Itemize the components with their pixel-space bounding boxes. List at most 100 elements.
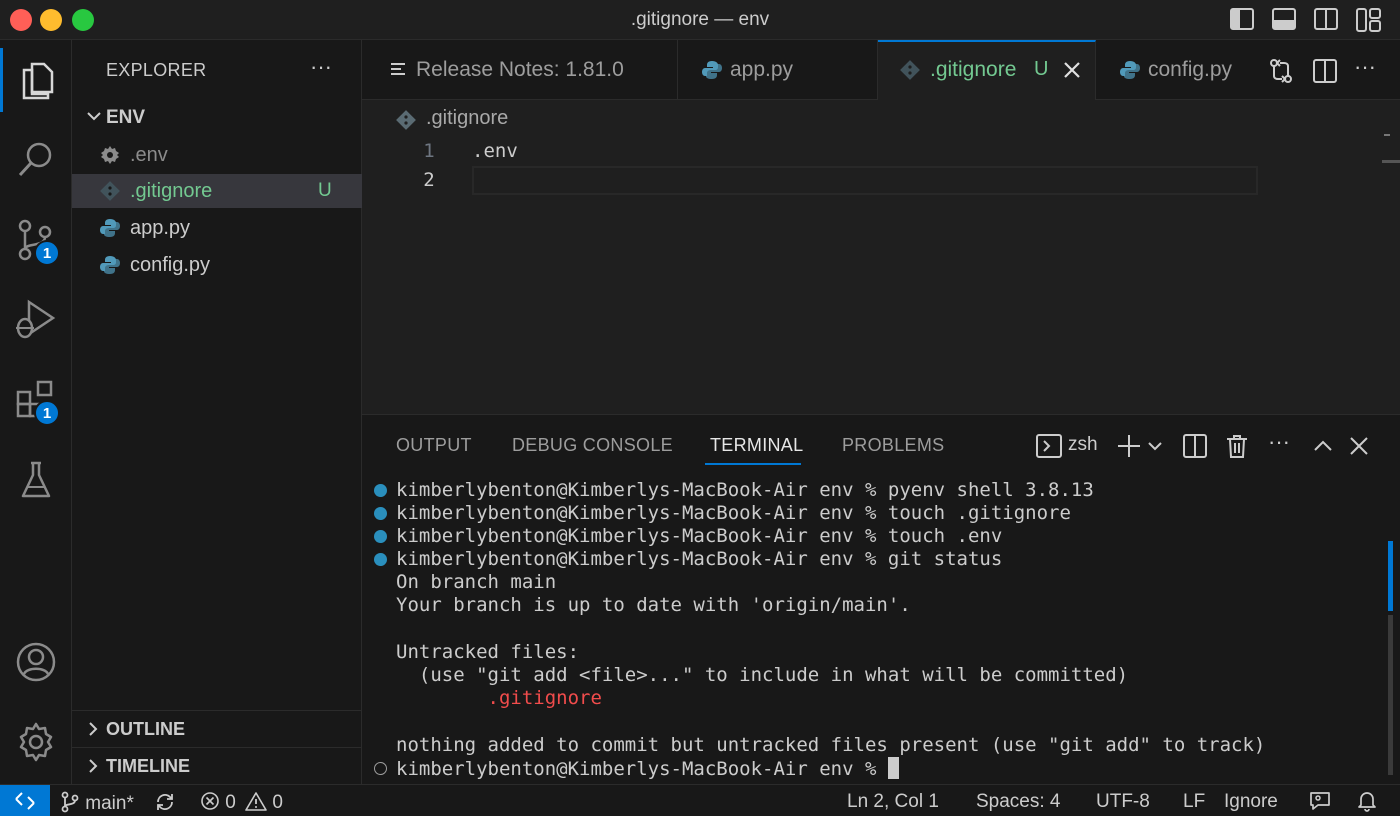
tab-release-notes[interactable]: Release Notes: 1.81.0: [362, 40, 678, 100]
remote-indicator[interactable]: [0, 785, 50, 816]
current-line-highlight: [472, 166, 1258, 195]
python-icon: [100, 256, 120, 274]
terminal-line: kimberlybenton@Kimberlys-MacBook-Air env…: [396, 479, 1094, 501]
bottom-panel: OUTPUT DEBUG CONSOLE TERMINAL PROBLEMS z…: [362, 414, 1400, 784]
chevron-right-icon: [89, 722, 98, 736]
terminal-cursor: [887, 757, 899, 779]
cursor-position[interactable]: Ln 2, Col 1: [847, 791, 939, 813]
accounts-icon[interactable]: [0, 630, 72, 694]
timeline-title: TIMELINE: [106, 756, 190, 776]
outline-title: OUTLINE: [106, 719, 185, 739]
error-icon: [201, 792, 219, 810]
branch-status[interactable]: main*: [60, 791, 134, 815]
tab-app-py[interactable]: app.py: [678, 40, 878, 100]
folder-name: ENV: [106, 107, 146, 128]
file-name: .gitignore: [130, 180, 213, 202]
command-success-dot: [374, 553, 387, 566]
line-number: 2: [423, 169, 435, 191]
terminal-line: Untracked files:: [396, 641, 580, 663]
error-count: 0: [225, 792, 236, 813]
explorer-icon[interactable]: [0, 48, 72, 112]
gear-icon: [101, 146, 119, 164]
source-control-icon[interactable]: [0, 208, 72, 272]
command-pending-dot: [374, 762, 387, 775]
branch-name: main*: [85, 793, 134, 814]
active-tab-indicator: [705, 463, 801, 465]
split-editor-icon[interactable]: [1312, 58, 1338, 84]
panel-tab-debug-console[interactable]: DEBUG CONSOLE: [512, 435, 673, 456]
end-of-line-status[interactable]: LF: [1183, 791, 1205, 813]
customize-layout-icon[interactable]: [1356, 8, 1381, 32]
python-icon: [702, 61, 722, 79]
explorer-more-actions-button[interactable]: ···: [310, 54, 332, 80]
run-debug-icon[interactable]: [0, 288, 72, 352]
terminal-shell-name[interactable]: zsh: [1068, 434, 1098, 456]
tab-gitignore[interactable]: .gitignore U: [878, 40, 1096, 100]
window-title: .gitignore — env: [630, 9, 770, 30]
toggle-secondary-sidebar-icon[interactable]: [1314, 8, 1338, 30]
notifications-bell-icon[interactable]: [1356, 790, 1378, 812]
code-line[interactable]: .env: [472, 140, 518, 162]
close-icon[interactable]: [1062, 60, 1082, 80]
timeline-section-header[interactable]: TIMELINE: [72, 747, 362, 783]
search-icon[interactable]: [0, 128, 72, 192]
sync-icon[interactable]: [154, 792, 176, 812]
terminal-prompt: kimberlybenton@Kimberlys-MacBook-Air env…: [396, 758, 888, 780]
terminal-line: kimberlybenton@Kimberlys-MacBook-Air env…: [396, 502, 1071, 524]
feedback-icon[interactable]: [1308, 790, 1332, 812]
extensions-icon[interactable]: [0, 368, 72, 432]
terminal-line: nothing added to commit but untracked fi…: [396, 734, 1266, 756]
panel-tab-terminal[interactable]: TERMINAL: [710, 435, 803, 456]
file-row-config-py[interactable]: config.py: [72, 248, 362, 282]
command-success-dot: [374, 507, 387, 520]
panel-more-actions-icon[interactable]: ···: [1268, 429, 1294, 455]
file-row-gitignore[interactable]: .gitignore U: [72, 174, 362, 208]
breadcrumb-file: .gitignore: [426, 107, 509, 129]
untracked-status-badge: U: [318, 180, 332, 201]
folder-env-row[interactable]: ENV: [72, 102, 362, 134]
chevron-down-icon[interactable]: [1146, 433, 1164, 459]
git-icon: [396, 110, 416, 130]
terminal-line: On branch main: [396, 571, 557, 593]
tab-label: .gitignore: [930, 58, 1017, 81]
tab-label: app.py: [730, 58, 794, 81]
chevron-right-icon: [89, 759, 98, 773]
panel-tab-problems[interactable]: PROBLEMS: [842, 435, 944, 456]
file-row-app-py[interactable]: app.py: [72, 211, 362, 245]
tab-config-py[interactable]: config.py: [1096, 40, 1256, 100]
terminal-prompt-line[interactable]: kimberlybenton@Kimberlys-MacBook-Air env…: [396, 757, 899, 780]
terminal-icon[interactable]: [1036, 433, 1062, 459]
manage-gear-icon[interactable]: [0, 710, 72, 774]
trash-icon[interactable]: [1224, 433, 1250, 459]
code-editor[interactable]: .gitignore 1 .env 2: [362, 100, 1400, 414]
activity-bar: 1 1: [0, 40, 72, 784]
terminal-line: (use "git add <file>..." to include in w…: [396, 664, 1129, 686]
editor-more-actions-icon[interactable]: ···: [1354, 54, 1380, 80]
command-success-dot: [374, 530, 387, 543]
split-terminal-icon[interactable]: [1182, 433, 1208, 459]
panel-tab-output[interactable]: OUTPUT: [396, 435, 472, 456]
open-changes-icon[interactable]: [1268, 58, 1294, 84]
close-panel-icon[interactable]: [1346, 433, 1372, 459]
encoding-status[interactable]: UTF-8: [1096, 791, 1150, 813]
language-mode-status[interactable]: Ignore: [1224, 791, 1278, 813]
problems-status[interactable]: 0 0: [200, 791, 283, 814]
maximize-panel-chevron-up-icon[interactable]: [1310, 433, 1336, 459]
outline-section-header[interactable]: OUTLINE: [72, 710, 362, 746]
editor-scrollbar[interactable]: [1382, 160, 1400, 163]
toggle-panel-icon[interactable]: [1272, 8, 1296, 30]
status-bar: main* 0 0 Ln 2, Col 1 Spaces: 4 UTF-8 LF…: [0, 784, 1400, 816]
explorer-title: EXPLORER: [106, 60, 207, 80]
indentation-status[interactable]: Spaces: 4: [976, 791, 1061, 813]
tab-untracked-status: U: [1034, 58, 1049, 80]
terminal-scrollbar[interactable]: [1388, 541, 1393, 611]
title-bar: .gitignore — env: [0, 0, 1400, 40]
new-terminal-plus-icon[interactable]: [1116, 433, 1142, 459]
git-branch-icon: [61, 791, 79, 813]
git-icon: [100, 181, 120, 201]
testing-icon[interactable]: [0, 448, 72, 512]
toggle-primary-sidebar-icon[interactable]: [1230, 8, 1254, 30]
terminal-output[interactable]: kimberlybenton@Kimberlys-MacBook-Air env…: [372, 479, 1382, 785]
file-row-env[interactable]: .env: [72, 138, 362, 172]
file-name: .env: [130, 144, 168, 166]
